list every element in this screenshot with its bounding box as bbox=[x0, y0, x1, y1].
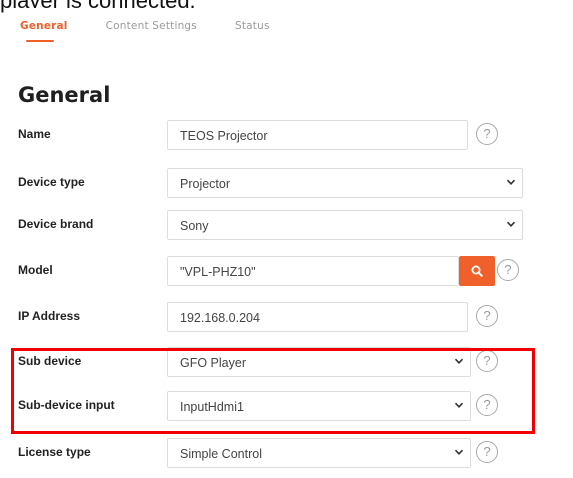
help-icon[interactable]: ? bbox=[476, 123, 498, 145]
chevron-down-icon bbox=[506, 221, 516, 227]
license-type-select[interactable]: Simple Control bbox=[167, 438, 471, 468]
model-label: Model bbox=[18, 263, 53, 277]
license-type-value: Simple Control bbox=[180, 447, 262, 461]
section-title: General bbox=[18, 83, 111, 107]
model-row: Model "VPL-PHZ10" ? bbox=[18, 256, 568, 286]
name-row: Name TEOS Projector ? bbox=[18, 120, 568, 150]
ip-address-label: IP Address bbox=[18, 309, 81, 323]
tab-content-settings[interactable]: Content Settings bbox=[106, 20, 197, 32]
name-input[interactable]: TEOS Projector bbox=[167, 120, 468, 150]
device-type-label: Device type bbox=[18, 175, 85, 189]
device-brand-row: Device brand Sony bbox=[18, 210, 568, 240]
red-highlight-box bbox=[11, 348, 535, 434]
device-type-row: Device type Projector bbox=[18, 168, 568, 198]
tab-status[interactable]: Status bbox=[235, 20, 270, 32]
device-brand-label: Device brand bbox=[18, 217, 94, 231]
ip-address-row: IP Address 192.168.0.204 ? bbox=[18, 302, 568, 332]
device-brand-value: Sony bbox=[180, 219, 209, 233]
search-icon bbox=[471, 265, 483, 277]
help-icon[interactable]: ? bbox=[476, 441, 498, 463]
license-type-label: License type bbox=[18, 445, 91, 459]
help-icon[interactable]: ? bbox=[476, 305, 498, 327]
device-type-value: Projector bbox=[180, 177, 231, 191]
license-type-row: License type Simple Control ? bbox=[18, 438, 568, 468]
name-label: Name bbox=[18, 127, 51, 141]
ip-address-input[interactable]: 192.168.0.204 bbox=[167, 302, 468, 332]
chevron-down-icon bbox=[506, 179, 516, 185]
device-settings-panel: General Content Settings Status General … bbox=[5, 8, 571, 478]
device-brand-select[interactable]: Sony bbox=[167, 210, 523, 240]
help-icon[interactable]: ? bbox=[497, 259, 519, 281]
tab-bar: General Content Settings Status bbox=[20, 20, 308, 42]
tab-general[interactable]: General bbox=[20, 20, 68, 42]
model-search-button[interactable] bbox=[459, 256, 495, 286]
model-input[interactable]: "VPL-PHZ10" bbox=[167, 256, 459, 286]
chevron-down-icon bbox=[454, 449, 464, 455]
device-type-select[interactable]: Projector bbox=[167, 168, 523, 198]
